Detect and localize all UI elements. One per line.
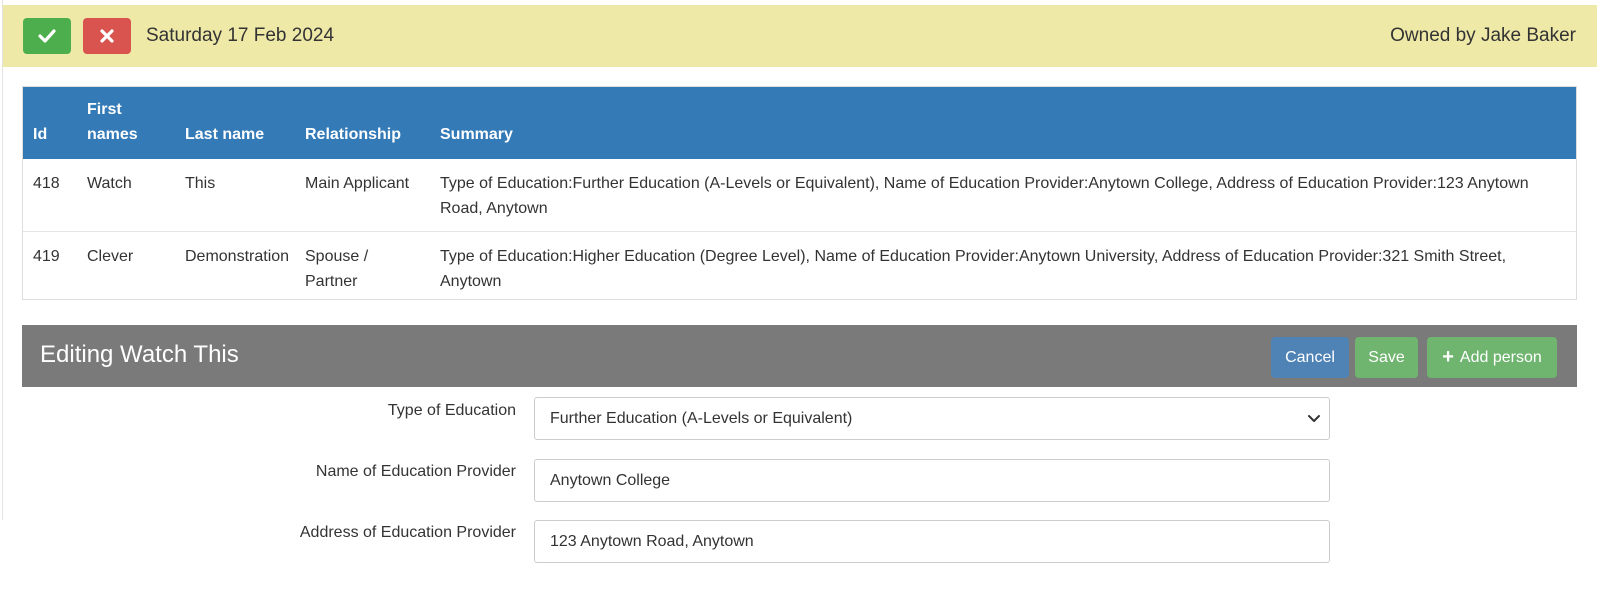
chevron-down-icon [1308, 415, 1320, 422]
cell-id: 419 [33, 248, 60, 265]
header-relationship[interactable]: Relationship [295, 87, 430, 159]
record-toolbar: Saturday 17 Feb 2024 Owned by Jake Baker [3, 5, 1597, 67]
header-first-names[interactable]: First names [77, 87, 175, 159]
header-summary[interactable]: Summary [430, 87, 1576, 159]
table-header-row: Id First names Last name Relationship Su… [23, 87, 1576, 159]
close-icon [100, 29, 114, 43]
cell-summary: Type of Education:Further Education (A-L… [430, 159, 1576, 232]
cell-last-name: Demonstration [185, 248, 290, 265]
education-provider-name-value: Anytown College [550, 471, 671, 489]
cancel-button[interactable]: Cancel [1271, 337, 1349, 378]
cell-last-name: This [175, 159, 295, 232]
add-person-label: Add person [1459, 348, 1542, 366]
cell-first-names: Clever [87, 248, 134, 265]
save-button[interactable]: Save [1355, 337, 1418, 378]
type-of-education-label: Type of Education [387, 402, 516, 419]
education-provider-address-input[interactable]: 123 Anytown Road, Anytown [534, 520, 1330, 563]
header-id[interactable]: Id [23, 87, 77, 159]
cell-relationship: Main Applicant [295, 159, 430, 232]
check-icon [38, 29, 56, 43]
education-provider-address-value: 123 Anytown Road, Anytown [550, 532, 754, 550]
edit-panel-title: Editing Watch This [40, 341, 239, 368]
cell-summary: Type of Education:Higher Education (Degr… [440, 248, 1507, 290]
type-of-education-select[interactable]: Further Education (A-Levels or Equivalen… [534, 397, 1330, 440]
table-row[interactable]: 418 Watch This Main Applicant Type of Ed… [23, 159, 1576, 232]
education-provider-name-label: Name of Education Provider [315, 463, 516, 480]
type-of-education-value: Further Education (A-Levels or Equivalen… [550, 409, 853, 427]
confirm-button[interactable] [23, 18, 71, 54]
record-owner: Owned by Jake Baker [1390, 25, 1576, 46]
discard-button[interactable] [83, 18, 131, 54]
plus-icon: + [1442, 346, 1454, 368]
page-left-border [2, 0, 3, 520]
education-provider-address-label: Address of Education Provider [299, 524, 516, 541]
table-row[interactable]: 419 Clever Demonstration Spouse / Partne… [23, 232, 1576, 305]
cell-relationship: Spouse / Partner [305, 248, 369, 290]
people-table: Id First names Last name Relationship Su… [22, 86, 1577, 300]
cell-first-names: Watch [77, 159, 175, 232]
record-date: Saturday 17 Feb 2024 [146, 25, 335, 46]
cell-id: 418 [23, 159, 77, 232]
edit-panel-header: Editing Watch This Cancel Save + Add per… [22, 325, 1577, 387]
add-person-button[interactable]: + Add person [1427, 337, 1557, 378]
education-provider-name-input[interactable]: Anytown College [534, 459, 1330, 502]
header-last-name[interactable]: Last name [175, 87, 295, 159]
